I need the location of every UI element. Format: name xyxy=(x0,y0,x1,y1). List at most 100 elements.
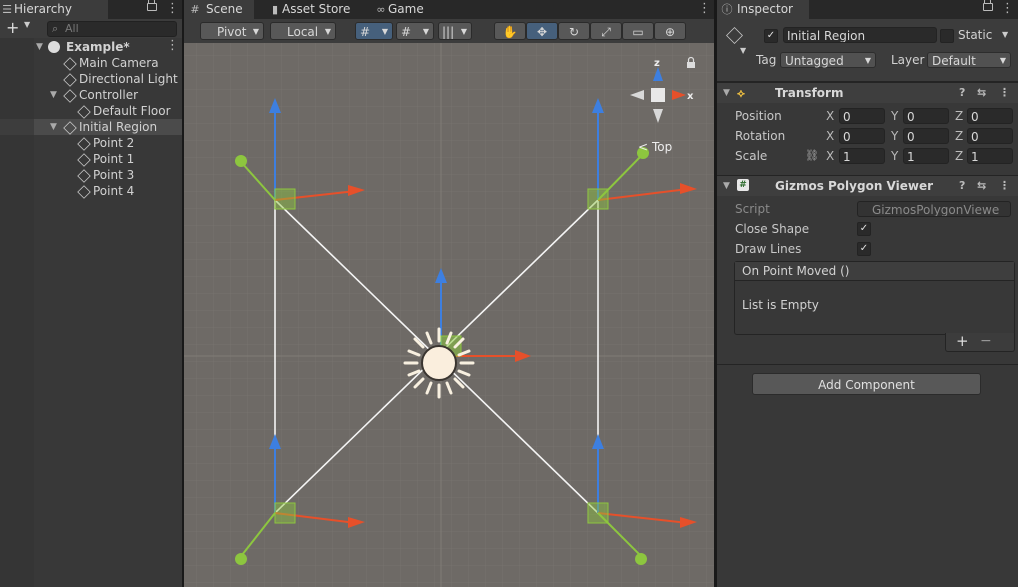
position-z-field[interactable]: 0 xyxy=(967,108,1013,124)
gameobject-cube-icon xyxy=(63,121,77,135)
view-orientation-label[interactable]: Top xyxy=(651,140,672,154)
add-dropdown-arrow[interactable]: ▼ xyxy=(24,20,30,29)
list-icon: ☰ xyxy=(2,3,12,16)
gameobject-cube-icon[interactable] xyxy=(726,27,743,44)
constrain-proportions-icon[interactable]: ⛓ xyxy=(805,146,819,166)
add-component-button[interactable]: Add Component xyxy=(752,373,981,395)
list-item-label: Main Camera xyxy=(79,56,159,70)
rotate-tool-button[interactable]: ↻ xyxy=(558,22,590,40)
scene-canvas[interactable]: z x < Top xyxy=(184,43,714,587)
rect-tool-button[interactable]: ▭ xyxy=(622,22,654,40)
kebab-menu-icon[interactable]: ⋮ xyxy=(1001,2,1014,16)
fold-arrow-icon[interactable]: ▼ xyxy=(723,83,730,103)
fold-arrow-icon[interactable]: ▼ xyxy=(723,176,730,196)
object-name-field[interactable]: Initial Region xyxy=(783,27,937,43)
script-icon: # xyxy=(737,179,749,191)
tab-game[interactable]: ∞ Game xyxy=(374,0,444,19)
axis-y-label[interactable]: Y xyxy=(891,128,898,144)
scale-x-field[interactable]: 1 xyxy=(839,148,885,164)
static-checkbox[interactable] xyxy=(940,29,954,43)
fold-arrow-icon[interactable]: ▼ xyxy=(50,87,57,103)
axis-y-label[interactable]: Y xyxy=(891,108,898,124)
axis-x-label[interactable]: X xyxy=(826,148,834,164)
move-tool-button[interactable]: ✥ xyxy=(526,22,558,40)
kebab-menu-icon[interactable]: ⋮ xyxy=(166,2,179,16)
kebab-menu-icon[interactable]: ⋮ xyxy=(166,39,179,53)
active-checkbox[interactable]: ✓ xyxy=(764,29,778,43)
tab-inspector[interactable]: ⓘ Inspector xyxy=(717,0,809,19)
rotation-y-field[interactable]: 0 xyxy=(903,128,949,144)
gameobject-cube-icon xyxy=(77,169,91,183)
add-button[interactable]: + xyxy=(6,19,19,37)
layer-value: Default xyxy=(932,54,976,68)
list-item-label: Point 4 xyxy=(93,184,135,198)
local-label: Local xyxy=(287,25,319,39)
tag-value: Untagged xyxy=(785,54,844,68)
gameobject-cube-icon xyxy=(77,137,91,151)
position-x-field[interactable]: 0 xyxy=(839,108,885,124)
lock-icon[interactable] xyxy=(983,0,993,11)
hand-icon: ✋ xyxy=(502,25,518,39)
fold-arrow-icon[interactable]: ▼ xyxy=(50,119,57,135)
tab-scene[interactable]: # Scene xyxy=(184,0,254,19)
presets-icon[interactable]: ⇆ xyxy=(977,176,986,196)
axis-x-label[interactable]: X xyxy=(826,128,834,144)
rotation-z-field[interactable]: 0 xyxy=(967,128,1013,144)
add-event-button[interactable]: + xyxy=(956,333,969,349)
help-icon[interactable]: ? xyxy=(959,83,965,103)
axis-y-label[interactable]: Y xyxy=(891,148,898,164)
kebab-menu-icon[interactable]: ⋮ xyxy=(999,83,1010,103)
kebab-menu-icon[interactable]: ⋮ xyxy=(999,176,1010,196)
list-item-label: Controller xyxy=(79,88,139,102)
presets-icon[interactable]: ⇆ xyxy=(977,83,986,103)
dropdown-arrow-icon: ▼ xyxy=(252,27,259,36)
fold-arrow-icon[interactable]: ▼ xyxy=(36,39,43,55)
axis-x-label[interactable]: X xyxy=(826,108,834,124)
draw-lines-label: Draw Lines xyxy=(735,242,802,256)
rotation-x-field[interactable]: 0 xyxy=(839,128,885,144)
scale-z-field[interactable]: 1 xyxy=(967,148,1013,164)
snap-increment-button[interactable]: # ▼ xyxy=(396,22,434,40)
draw-lines-row: Draw Lines ✓ xyxy=(717,239,1018,259)
gamepad-icon: ∞ xyxy=(376,3,386,16)
hierarchy-tabbar: ☰ Hierarchy ⋮ xyxy=(0,0,182,19)
hand-tool-button[interactable]: ✋ xyxy=(494,22,526,40)
dropdown-arrow-icon: ▼ xyxy=(381,27,388,36)
position-y-field[interactable]: 0 xyxy=(903,108,949,124)
scene-viewport[interactable]: z x < Top xyxy=(184,43,714,587)
gizmos-component-header[interactable]: ▼ # Gizmos Polygon Viewer ? ⇆ ⋮ xyxy=(717,175,1018,196)
gameobject-cube-icon xyxy=(77,153,91,167)
close-shape-row: Close Shape ✓ xyxy=(717,219,1018,239)
icon-dropdown-arrow[interactable]: ▼ xyxy=(740,46,746,55)
local-dropdown[interactable]: Local ▼ xyxy=(270,22,336,40)
axis-z-label[interactable]: Z xyxy=(955,148,963,164)
tab-hierarchy[interactable]: ☰ Hierarchy xyxy=(0,0,108,19)
kebab-menu-icon[interactable]: ⋮ xyxy=(698,2,711,16)
tag-dropdown[interactable]: Untagged ▼ xyxy=(780,52,876,68)
static-dropdown-arrow[interactable]: ▼ xyxy=(1002,27,1008,43)
layer-dropdown[interactable]: Default ▼ xyxy=(927,52,1011,68)
tag-label: Tag xyxy=(756,53,777,67)
directional-light-icon[interactable] xyxy=(403,327,475,399)
list-item-label: Point 1 xyxy=(93,152,135,166)
event-empty-label: List is Empty xyxy=(742,298,819,312)
scale-tool-button[interactable]: ⤢ xyxy=(590,22,622,40)
pivot-dropdown[interactable]: Pivot ▼ xyxy=(200,22,264,40)
axis-z-label[interactable]: Z xyxy=(955,108,963,124)
transform-tool-button[interactable]: ⊕ xyxy=(654,22,686,40)
grid-snap-button[interactable]: # ▼ xyxy=(355,22,393,40)
grid-visibility-button[interactable]: ||| ▼ xyxy=(438,22,472,40)
tab-asset-store[interactable]: ▮ Asset Store xyxy=(268,0,368,19)
help-icon[interactable]: ? xyxy=(959,176,965,196)
remove-event-button[interactable]: − xyxy=(980,333,992,349)
transform-header[interactable]: ▼ ⟡ Transform ? ⇆ ⋮ xyxy=(717,82,1018,103)
close-shape-checkbox[interactable]: ✓ xyxy=(857,222,871,236)
gizmo-z-label: z xyxy=(654,58,660,69)
hierarchy-search-input[interactable]: ⌕ All xyxy=(47,21,177,37)
draw-lines-checkbox[interactable]: ✓ xyxy=(857,242,871,256)
axis-z-label[interactable]: Z xyxy=(955,128,963,144)
move-arrows-icon: ✥ xyxy=(536,25,548,39)
grid-snap-icon: # xyxy=(360,25,371,39)
lock-icon[interactable] xyxy=(147,0,157,11)
scale-y-field[interactable]: 1 xyxy=(903,148,949,164)
